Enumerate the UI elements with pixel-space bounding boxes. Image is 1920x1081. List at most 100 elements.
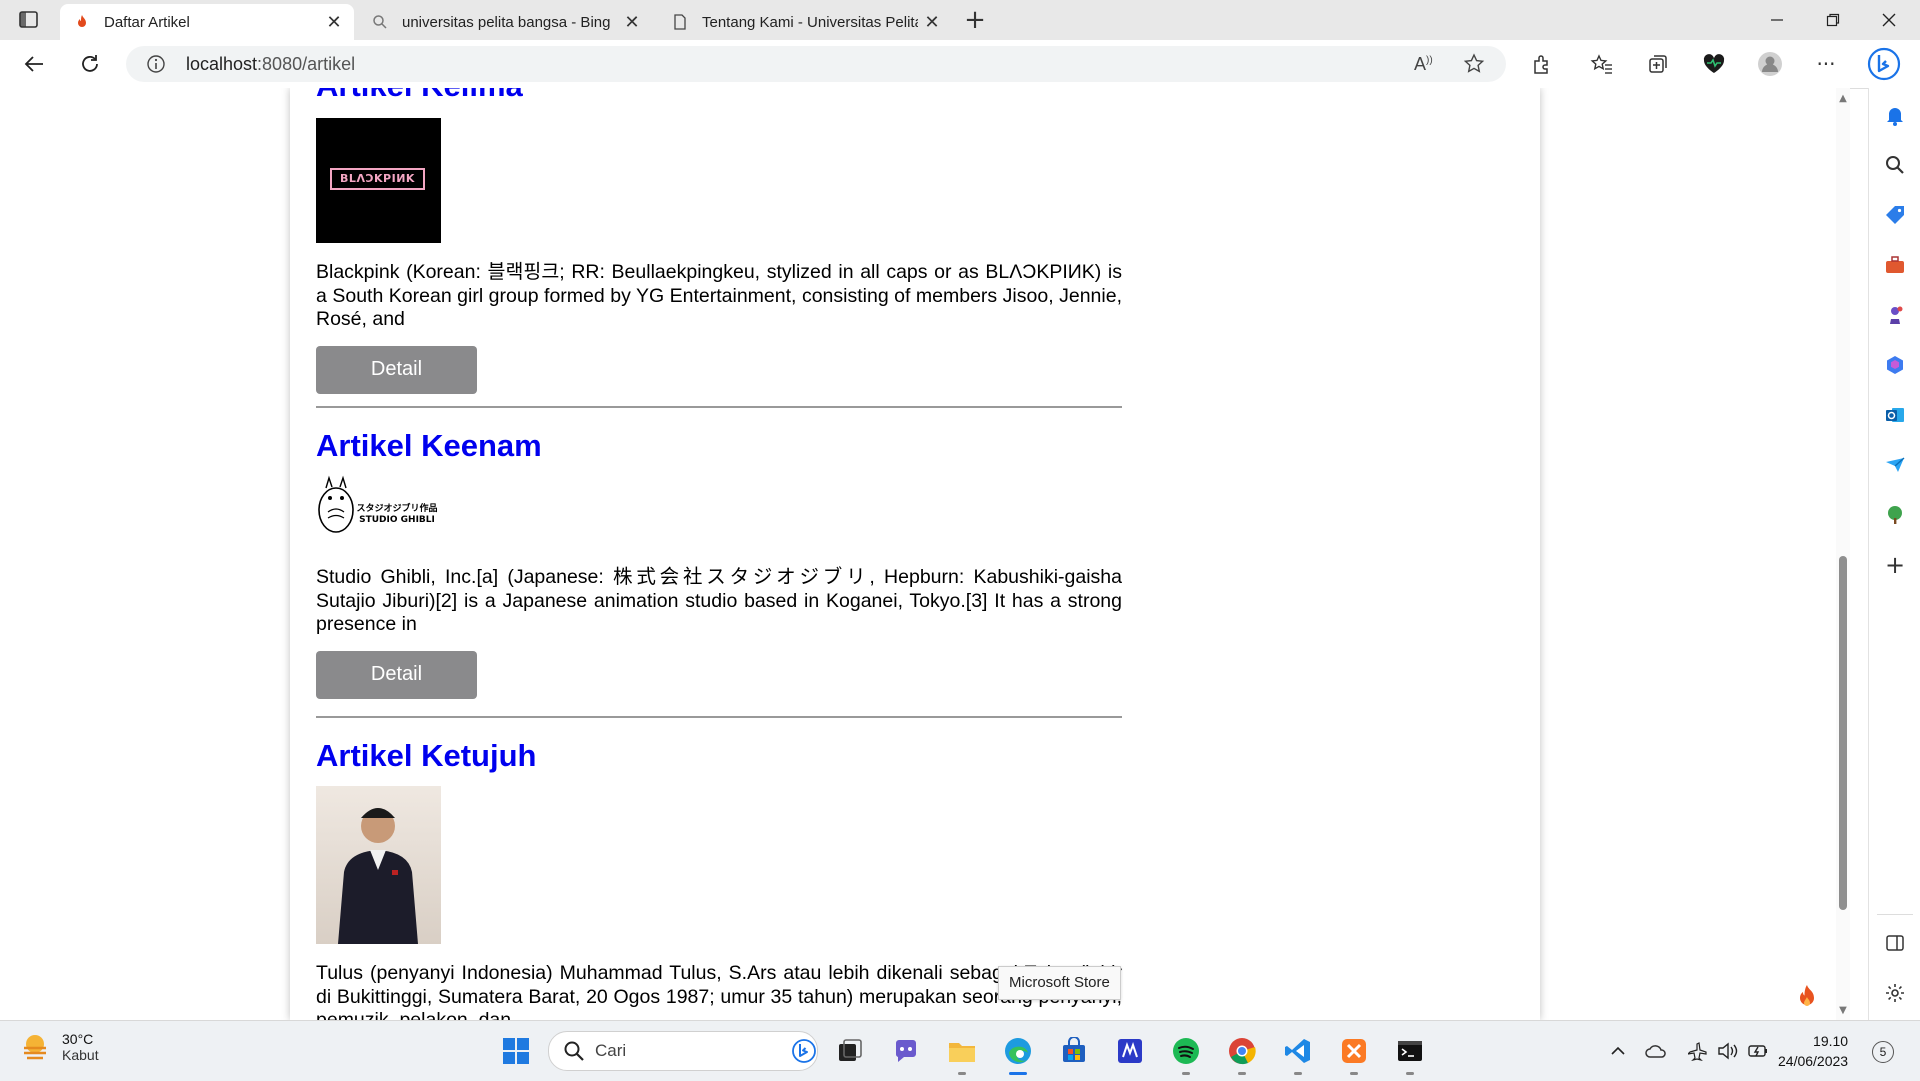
system-clock[interactable]: 19.10 24/06/2023 <box>1778 1031 1848 1071</box>
xampp-icon[interactable] <box>1336 1033 1372 1075</box>
new-tab-button[interactable]: + <box>962 7 988 34</box>
more-options-icon[interactable]: ··· <box>1812 50 1840 78</box>
scroll-thumb[interactable] <box>1839 556 1847 910</box>
refresh-button[interactable] <box>76 50 104 78</box>
taskbar-search[interactable]: Cari <box>548 1031 818 1071</box>
person-photo <box>338 808 418 944</box>
running-indicator <box>1350 1072 1358 1075</box>
bing-copilot-icon[interactable] <box>1866 46 1902 82</box>
detail-button[interactable]: Detail <box>316 345 477 394</box>
favorite-star-icon[interactable] <box>1462 52 1486 80</box>
tree-icon[interactable] <box>1882 502 1908 528</box>
scroll-up-arrow[interactable]: ▲ <box>1838 94 1848 104</box>
url-host: localhost <box>186 54 258 74</box>
totoro-logo-icon <box>318 475 354 533</box>
tab-actions-icon[interactable] <box>18 10 40 30</box>
running-indicator <box>1238 1072 1246 1075</box>
article-image <box>316 786 441 944</box>
fire-icon[interactable] <box>1788 978 1826 1016</box>
detail-button[interactable]: Detail <box>316 650 477 699</box>
chevron-up-icon[interactable] <box>1606 1039 1630 1063</box>
code-editor-icon[interactable] <box>1112 1033 1148 1069</box>
vscode-icon[interactable] <box>1280 1033 1316 1075</box>
search-icon[interactable] <box>1882 152 1908 178</box>
title-bar: Daftar Artikel ✕ universitas pelita bang… <box>0 0 1920 40</box>
bing-icon <box>791 1038 817 1068</box>
ghibli-logo-text: スタジオジブリ作品 STUDIO GHIBLI <box>356 504 438 525</box>
read-aloud-icon[interactable]: A)) <box>1414 54 1433 75</box>
article-divider <box>316 716 1122 718</box>
notification-count-badge[interactable]: 5 <box>1872 1041 1894 1063</box>
running-indicator <box>1182 1072 1190 1075</box>
scroll-down-arrow[interactable]: ▼ <box>1838 1006 1848 1016</box>
microsoft-365-icon[interactable] <box>1882 352 1908 378</box>
info-icon[interactable] <box>146 54 166 78</box>
browser-essentials-icon[interactable] <box>1700 50 1728 78</box>
terminal-icon[interactable] <box>1392 1033 1428 1075</box>
url-path: :8080/artikel <box>257 54 356 74</box>
file-explorer-icon[interactable] <box>944 1033 980 1075</box>
article-title[interactable]: Artikel Kelima <box>316 88 1122 104</box>
tab-bing-search[interactable]: universitas pelita bangsa - Bing in ✕ <box>358 4 652 40</box>
airplane-mode-icon[interactable] <box>1686 1039 1710 1063</box>
add-icon[interactable]: + <box>1882 551 1908 579</box>
weather-widget[interactable]: 30°C Kabut <box>20 1031 99 1063</box>
weather-condition: Kabut <box>62 1047 99 1063</box>
favorites-icon[interactable] <box>1588 50 1616 78</box>
tab-tentang-kami[interactable]: Tentang Kami - Universitas Pelita ✕ <box>658 4 952 40</box>
fire-icon <box>74 14 90 30</box>
settings-gear-icon[interactable] <box>1882 980 1908 1006</box>
extensions-icon[interactable] <box>1528 50 1556 78</box>
tab-label: Daftar Artikel <box>104 13 190 31</box>
start-button[interactable] <box>498 1033 534 1069</box>
restore-button[interactable] <box>1810 6 1856 34</box>
blackpink-logo: BLΛƆKPIИK <box>330 168 425 190</box>
chat-icon[interactable] <box>888 1033 924 1069</box>
shopping-tag-icon[interactable] <box>1882 202 1908 228</box>
bell-icon[interactable] <box>1882 102 1908 128</box>
close-icon[interactable]: ✕ <box>324 12 344 32</box>
spotify-icon[interactable] <box>1168 1033 1204 1075</box>
collections-icon[interactable] <box>1644 50 1672 78</box>
outlook-icon[interactable] <box>1882 402 1908 428</box>
article-image: スタジオジブリ作品 STUDIO GHIBLI <box>316 474 441 540</box>
article-list-container: Artikel Kelima BLΛƆKPIИK Blackpink (Kore… <box>290 88 1540 1020</box>
onedrive-sync-icon[interactable] <box>1644 1039 1668 1063</box>
running-indicator <box>1294 1072 1302 1075</box>
url-text[interactable]: localhost:8080/artikel <box>186 54 355 75</box>
article-image: BLΛƆKPIИK <box>316 118 441 243</box>
page-icon <box>672 14 688 30</box>
article-title[interactable]: Artikel Keenam <box>316 428 1122 464</box>
microsoft-store-tooltip: Microsoft Store <box>998 966 1121 1000</box>
article-title[interactable]: Artikel Ketujuh <box>316 738 1122 774</box>
close-window-button[interactable] <box>1866 6 1912 34</box>
minimize-button[interactable] <box>1754 6 1800 34</box>
page-scrollbar[interactable]: ▲ ▼ <box>1836 88 1850 1020</box>
article-description: Blackpink (Korean: 블랙핑크; RR: Beullaekpin… <box>316 261 1122 330</box>
address-bar[interactable]: localhost:8080/artikel A)) <box>126 46 1506 82</box>
close-icon[interactable]: ✕ <box>622 12 642 32</box>
tab-label: Tentang Kami - Universitas Pelita <box>702 13 918 31</box>
microsoft-store-icon[interactable] <box>1056 1033 1092 1069</box>
send-icon[interactable] <box>1882 452 1908 478</box>
edge-browser-icon[interactable] <box>1000 1033 1036 1075</box>
task-view-icon[interactable] <box>832 1033 868 1069</box>
battery-charging-icon[interactable] <box>1746 1039 1770 1063</box>
split-screen-icon[interactable] <box>1882 930 1908 956</box>
volume-icon[interactable] <box>1716 1039 1740 1063</box>
close-icon[interactable]: ✕ <box>922 12 942 32</box>
logo-text: BLΛƆKPIИK <box>340 172 415 185</box>
windows-taskbar: 30°C Kabut Cari 19.10 24/06/2023 5 <box>0 1020 1920 1081</box>
page-viewport: Artikel Kelima BLΛƆKPIИK Blackpink (Kore… <box>0 88 1836 1020</box>
search-placeholder: Cari <box>595 1041 627 1060</box>
running-indicator <box>1009 1072 1027 1075</box>
games-chess-icon[interactable] <box>1882 302 1908 328</box>
back-button[interactable] <box>20 50 48 78</box>
weather-fog-icon <box>24 1035 46 1060</box>
clock-date: 24/06/2023 <box>1778 1053 1849 1069</box>
tab-daftar-artikel[interactable]: Daftar Artikel ✕ <box>60 4 354 40</box>
tools-briefcase-icon[interactable] <box>1882 252 1908 278</box>
chrome-icon[interactable] <box>1224 1033 1260 1075</box>
article-item: Artikel Kelima BLΛƆKPIИK Blackpink (Kore… <box>316 88 1122 394</box>
profile-avatar[interactable] <box>1756 50 1784 78</box>
